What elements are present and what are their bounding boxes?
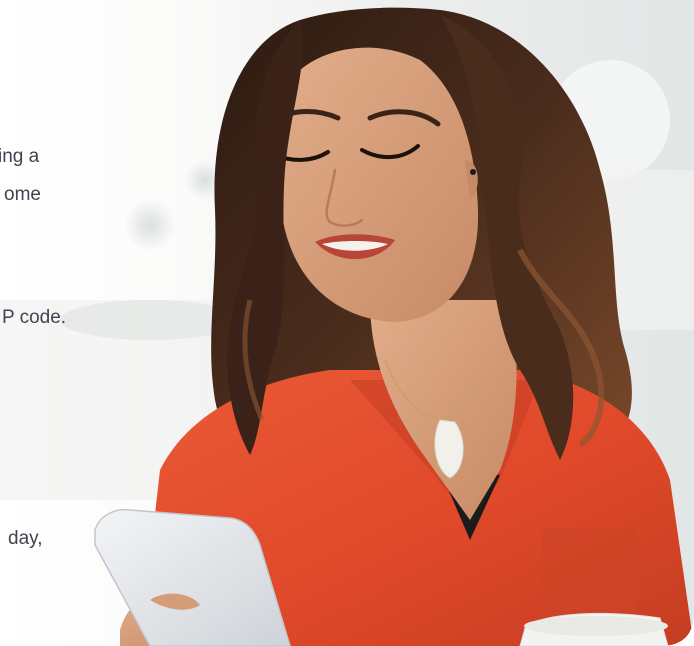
- photo-illustration: [0, 0, 694, 646]
- hero-image-frame: ing a ome P code. day,: [0, 0, 694, 646]
- hero-photo: [0, 0, 694, 646]
